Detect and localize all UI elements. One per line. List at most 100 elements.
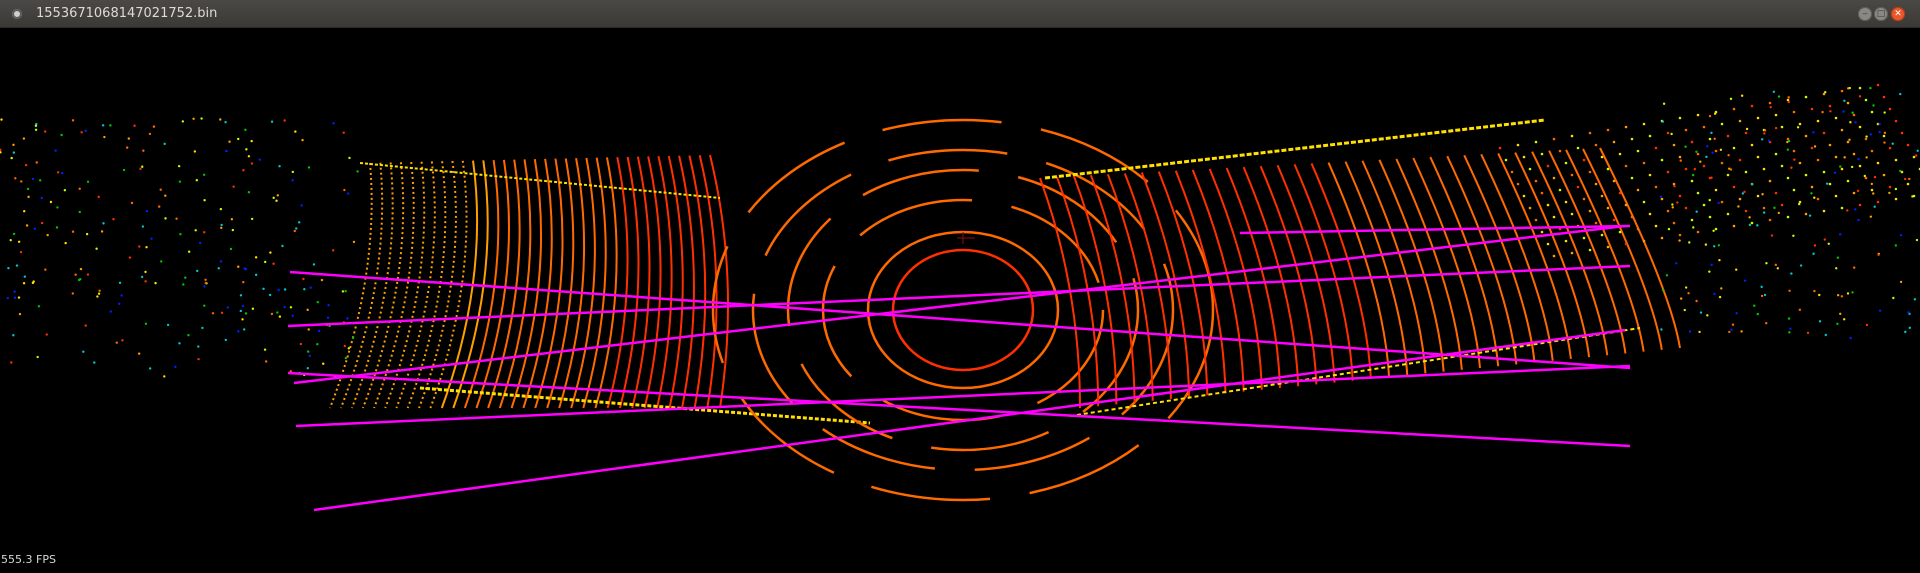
lidar-point (1870, 182, 1874, 186)
lidar-point (1690, 218, 1694, 222)
lidar-point (1756, 312, 1759, 316)
lidar-point (187, 250, 191, 253)
lidar-point (1618, 152, 1622, 156)
lidar-point (1824, 333, 1827, 337)
lidar-point (1732, 224, 1736, 228)
lidar-point (1786, 176, 1790, 180)
lidar-point (126, 146, 129, 149)
lidar-point (181, 120, 185, 123)
lidar-point (1675, 262, 1678, 265)
lidar-point (1810, 107, 1814, 111)
lidar-point (316, 343, 319, 346)
lidar-point (1833, 171, 1837, 174)
lidar-point (1840, 89, 1844, 93)
lidar-point (1612, 179, 1616, 183)
lidar-point (1570, 173, 1574, 177)
lidar-point (1730, 328, 1733, 331)
lidar-point (1696, 113, 1700, 117)
lidar-point (1786, 148, 1790, 151)
scan-ring-right (1225, 167, 1281, 389)
lidar-point (1726, 212, 1730, 216)
lidar-point (1672, 182, 1676, 186)
lidar-point (341, 290, 345, 293)
lidar-point (179, 232, 182, 236)
lidar-point (1870, 188, 1874, 192)
maximize-button[interactable] (1874, 7, 1888, 21)
lidar-point (139, 167, 142, 171)
lidar-point (250, 139, 253, 143)
lidar-point (150, 237, 153, 240)
lidar-point (1883, 111, 1886, 114)
lidar-point (1606, 245, 1610, 249)
lidar-point (1786, 215, 1790, 219)
fps-counter: 555.3 FPS (1, 553, 56, 566)
lidar-point (1912, 155, 1916, 159)
lidar-point (283, 305, 286, 309)
scan-ring-left (498, 159, 532, 409)
lidar-point (23, 275, 27, 278)
lidar-point (348, 156, 351, 160)
lidar-point (347, 192, 350, 195)
lidar-point (1498, 146, 1502, 150)
lidar-point (112, 218, 115, 221)
minimize-button[interactable] (1858, 7, 1872, 21)
lidar-point (203, 304, 206, 307)
lidar-point (1698, 330, 1701, 334)
lidar-point (1710, 176, 1713, 179)
lidar-point (1564, 161, 1568, 165)
lidar-point (1570, 134, 1574, 138)
lidar-point (1765, 262, 1768, 265)
point-cloud-canvas[interactable] (0, 28, 1920, 569)
lidar-point (56, 171, 60, 174)
point-cloud-viewport[interactable] (0, 28, 1920, 569)
lidar-point (178, 342, 181, 345)
lidar-point (130, 201, 134, 205)
lidar-point (1558, 149, 1562, 153)
lidar-point (1761, 193, 1764, 196)
lidar-point (1684, 145, 1687, 148)
lidar-point (1846, 209, 1849, 212)
lidar-point (303, 288, 306, 291)
lidar-point (1760, 294, 1764, 298)
lidar-point (1786, 140, 1789, 144)
lidar-point (1763, 293, 1767, 297)
lidar-point (1840, 206, 1844, 210)
lidar-point (291, 170, 295, 174)
lidar-point (1792, 110, 1796, 114)
lidar-point (309, 286, 312, 289)
lidar-point (1670, 132, 1673, 136)
lidar-point (289, 306, 293, 309)
lidar-point (115, 341, 118, 344)
lidar-point (1719, 148, 1723, 151)
lidar-point (1720, 200, 1724, 204)
lidar-point (1660, 328, 1663, 331)
lidar-point (1854, 208, 1857, 211)
lidar-point (1760, 138, 1764, 141)
lidar-point (98, 289, 101, 292)
lidar-point (1540, 191, 1544, 195)
lidar-point (1821, 110, 1824, 114)
lidar-point (7, 266, 10, 270)
lidar-point (1894, 158, 1898, 162)
lidar-point (178, 180, 182, 183)
lidar-point (247, 191, 251, 194)
lidar-point (197, 357, 200, 361)
lidar-point (244, 312, 248, 315)
scan-ring-right (1565, 149, 1645, 352)
lidar-point (281, 244, 284, 248)
window-titlebar[interactable]: 1553671068147021752.bin (0, 0, 1920, 28)
lidar-point (1690, 179, 1694, 183)
lidar-point (1588, 248, 1592, 252)
lidar-point (1836, 322, 1839, 325)
lidar-point (1792, 149, 1796, 153)
lidar-point (1582, 158, 1586, 162)
lidar-point (1765, 322, 1768, 325)
lidar-point (1594, 221, 1598, 225)
lidar-point (1710, 131, 1713, 135)
close-button[interactable] (1891, 7, 1905, 21)
lidar-point (1846, 140, 1850, 144)
lidar-point (49, 200, 53, 204)
lidar-point (1713, 112, 1717, 115)
lidar-point (1630, 137, 1634, 141)
lidar-point (219, 260, 223, 263)
